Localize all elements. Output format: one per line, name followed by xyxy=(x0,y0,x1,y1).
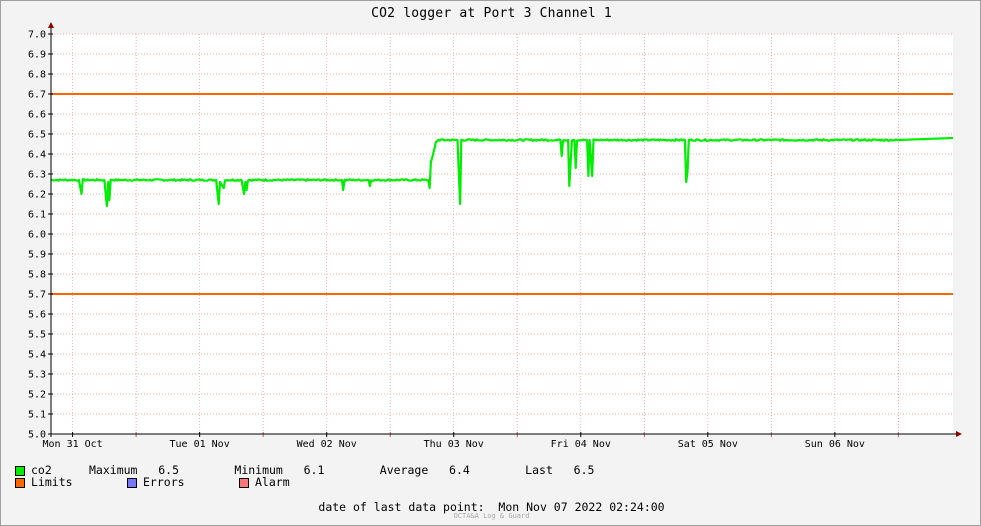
y-tick-label: 5.3 xyxy=(28,370,46,381)
y-tick-label: 5.7 xyxy=(28,290,46,301)
y-tick-label: 6.9 xyxy=(28,50,46,61)
y-tick-label: 5.2 xyxy=(28,390,46,401)
y-tick-label: 5.8 xyxy=(28,270,46,281)
y-tick-label: 5.1 xyxy=(28,410,46,421)
x-tick-label: Thu 03 Nov xyxy=(424,439,484,450)
y-tick-label: 6.7 xyxy=(28,90,46,101)
x-tick-label: Tue 01 Nov xyxy=(170,439,230,450)
chart-frame: CO2 logger at Port 3 Channel 1 7.0 6.9 6.8… xyxy=(0,0,981,526)
errors-swatch xyxy=(127,478,137,488)
y-tick-label: 6.1 xyxy=(28,210,46,221)
alarm-swatch xyxy=(239,478,249,488)
y-tick-label: 5.9 xyxy=(28,250,46,261)
y-tick-label: 6.6 xyxy=(28,110,46,121)
y-tick-label: 6.5 xyxy=(28,130,46,141)
x-tick-label: Mon 31 Oct xyxy=(42,439,102,450)
y-tick-label: 6.0 xyxy=(28,230,46,241)
y-tick-label: 6.8 xyxy=(28,70,46,81)
limits-swatch xyxy=(15,478,25,488)
y-tick-label: 5.6 xyxy=(28,310,46,321)
x-tick-label: Fri 04 Nov xyxy=(551,439,611,450)
y-tick-label: 7.0 xyxy=(28,30,46,41)
brand-watermark: OCTA&A Log & Guard xyxy=(453,512,530,520)
y-tick-label: 6.3 xyxy=(28,170,46,181)
legend-alarm-label: Alarm xyxy=(255,475,290,489)
y-tick-label: 5.4 xyxy=(28,350,46,361)
legend-errors-label: Errors xyxy=(143,475,185,489)
x-axis-arrow xyxy=(956,431,962,437)
co2-swatch xyxy=(15,466,25,476)
x-tick-label: Wed 02 Nov xyxy=(297,439,357,450)
plot-canvas: 7.0 6.9 6.8 6.7 6.6 6.5 6.4 6.3 6.2 6.1 6.0 5.9 5.8 5… xyxy=(28,22,962,450)
y-axis-arrow xyxy=(48,22,54,28)
legend-limits-label: Limits xyxy=(31,475,73,489)
y-tick-label: 5.5 xyxy=(28,330,46,341)
x-tick-label: Sat 05 Nov xyxy=(678,439,738,450)
y-tick-label: 6.2 xyxy=(28,190,46,201)
y-tick-label: 6.4 xyxy=(28,150,46,161)
x-tick-label: Sun 06 Nov xyxy=(805,439,865,450)
